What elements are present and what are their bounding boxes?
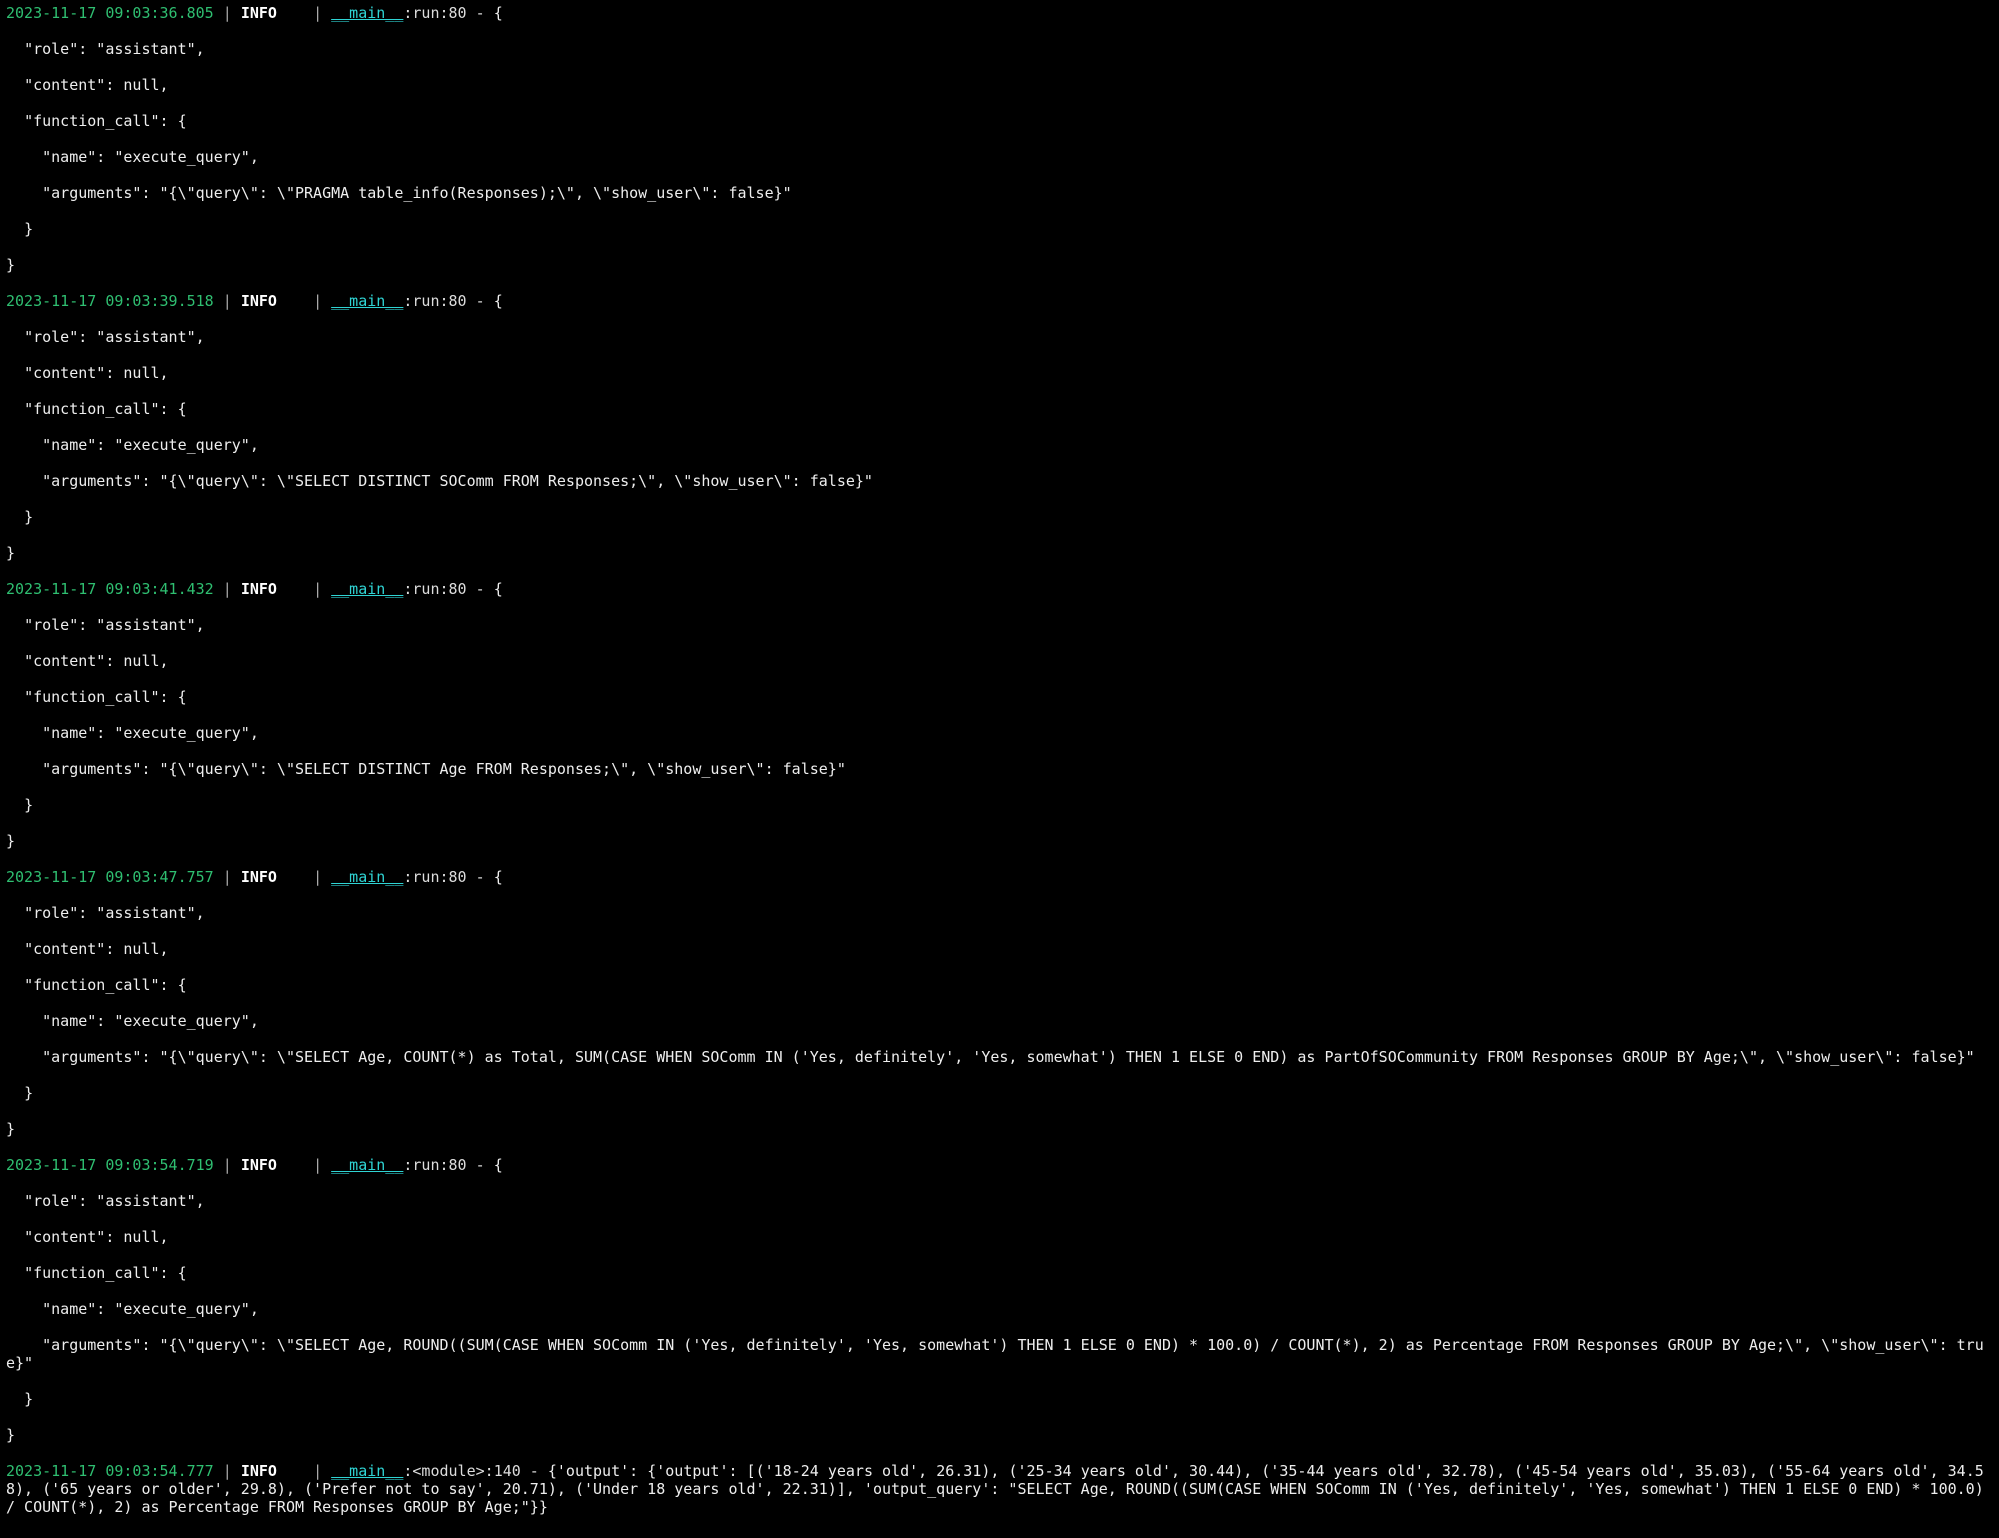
- log-line: 2023-11-17 09:03:54.777 | INFO | __main_…: [6, 1462, 1993, 1516]
- log-line: 2023-11-17 09:03:39.518 | INFO | __main_…: [6, 292, 1993, 310]
- log-continuation: "name": "execute_query",: [6, 148, 1993, 166]
- log-function: :run:: [403, 868, 448, 886]
- log-module: __main__: [331, 868, 403, 886]
- log-line: 2023-11-17 09:03:47.757 | INFO | __main_…: [6, 868, 1993, 886]
- log-level: INFO: [241, 4, 313, 22]
- log-line: 2023-11-17 09:03:41.432 | INFO | __main_…: [6, 580, 1993, 598]
- log-continuation: "name": "execute_query",: [6, 1012, 1993, 1030]
- log-message: {: [494, 580, 503, 598]
- log-line: 2023-11-17 09:03:54.719 | INFO | __main_…: [6, 1156, 1993, 1174]
- log-lineno: 140: [494, 1462, 521, 1480]
- log-module: __main__: [331, 1156, 403, 1174]
- log-continuation: "role": "assistant",: [6, 904, 1993, 922]
- log-module: __main__: [331, 1462, 403, 1480]
- log-continuation: "arguments": "{\"query\": \"SELECT DISTI…: [6, 472, 1993, 490]
- log-timestamp: 2023-11-17 09:03:39.518: [6, 292, 214, 310]
- log-level: INFO: [241, 1156, 313, 1174]
- log-continuation: "function_call": {: [6, 688, 1993, 706]
- log-function: :run:: [403, 4, 448, 22]
- log-continuation: }: [6, 256, 1993, 274]
- log-continuation: }: [6, 1120, 1993, 1138]
- log-timestamp: 2023-11-17 09:03:54.777: [6, 1462, 214, 1480]
- log-continuation: "content": null,: [6, 940, 1993, 958]
- log-lineno: 80: [449, 580, 467, 598]
- log-module: __main__: [331, 580, 403, 598]
- log-function: :run:: [403, 292, 448, 310]
- log-message: {: [494, 1156, 503, 1174]
- log-continuation: "arguments": "{\"query\": \"SELECT Age, …: [6, 1048, 1993, 1066]
- log-continuation: "function_call": {: [6, 976, 1993, 994]
- log-continuation: "content": null,: [6, 364, 1993, 382]
- log-continuation: }: [6, 508, 1993, 526]
- log-lineno: 80: [449, 4, 467, 22]
- log-timestamp: 2023-11-17 09:03:41.432: [6, 580, 214, 598]
- log-continuation: "content": null,: [6, 652, 1993, 670]
- log-continuation: "arguments": "{\"query\": \"SELECT DISTI…: [6, 760, 1993, 778]
- log-continuation: }: [6, 1390, 1993, 1408]
- log-level: INFO: [241, 1462, 313, 1480]
- log-continuation: "function_call": {: [6, 1264, 1993, 1282]
- log-level: INFO: [241, 868, 313, 886]
- log-continuation: }: [6, 220, 1993, 238]
- log-continuation: }: [6, 544, 1993, 562]
- log-continuation: }: [6, 1426, 1993, 1444]
- log-message: {: [494, 4, 503, 22]
- log-continuation: "name": "execute_query",: [6, 436, 1993, 454]
- log-continuation: "arguments": "{\"query\": \"SELECT Age, …: [6, 1336, 1993, 1372]
- log-continuation: }: [6, 796, 1993, 814]
- log-continuation: "name": "execute_query",: [6, 1300, 1993, 1318]
- log-module: __main__: [331, 4, 403, 22]
- log-function: :run:: [403, 1156, 448, 1174]
- log-continuation: "role": "assistant",: [6, 1192, 1993, 1210]
- log-function: :run:: [403, 580, 448, 598]
- log-line: 2023-11-17 09:03:36.805 | INFO | __main_…: [6, 4, 1993, 22]
- log-continuation: }: [6, 832, 1993, 850]
- log-continuation: "function_call": {: [6, 112, 1993, 130]
- log-module: __main__: [331, 292, 403, 310]
- log-function: :<module>:: [403, 1462, 493, 1480]
- log-level: INFO: [241, 292, 313, 310]
- log-level: INFO: [241, 580, 313, 598]
- log-continuation: "content": null,: [6, 1228, 1993, 1246]
- log-message: {: [494, 868, 503, 886]
- log-continuation: "function_call": {: [6, 400, 1993, 418]
- log-timestamp: 2023-11-17 09:03:36.805: [6, 4, 214, 22]
- log-timestamp: 2023-11-17 09:03:47.757: [6, 868, 214, 886]
- log-timestamp: 2023-11-17 09:03:54.719: [6, 1156, 214, 1174]
- log-continuation: "role": "assistant",: [6, 40, 1993, 58]
- log-continuation: }: [6, 1084, 1993, 1102]
- log-continuation: "content": null,: [6, 76, 1993, 94]
- log-lineno: 80: [449, 868, 467, 886]
- terminal-output[interactable]: 2023-11-17 09:03:36.805 | INFO | __main_…: [0, 0, 1999, 1538]
- log-lineno: 80: [449, 1156, 467, 1174]
- log-lineno: 80: [449, 292, 467, 310]
- log-continuation: "name": "execute_query",: [6, 724, 1993, 742]
- log-continuation: "role": "assistant",: [6, 616, 1993, 634]
- log-continuation: "arguments": "{\"query\": \"PRAGMA table…: [6, 184, 1993, 202]
- log-continuation: "role": "assistant",: [6, 328, 1993, 346]
- log-message: {: [494, 292, 503, 310]
